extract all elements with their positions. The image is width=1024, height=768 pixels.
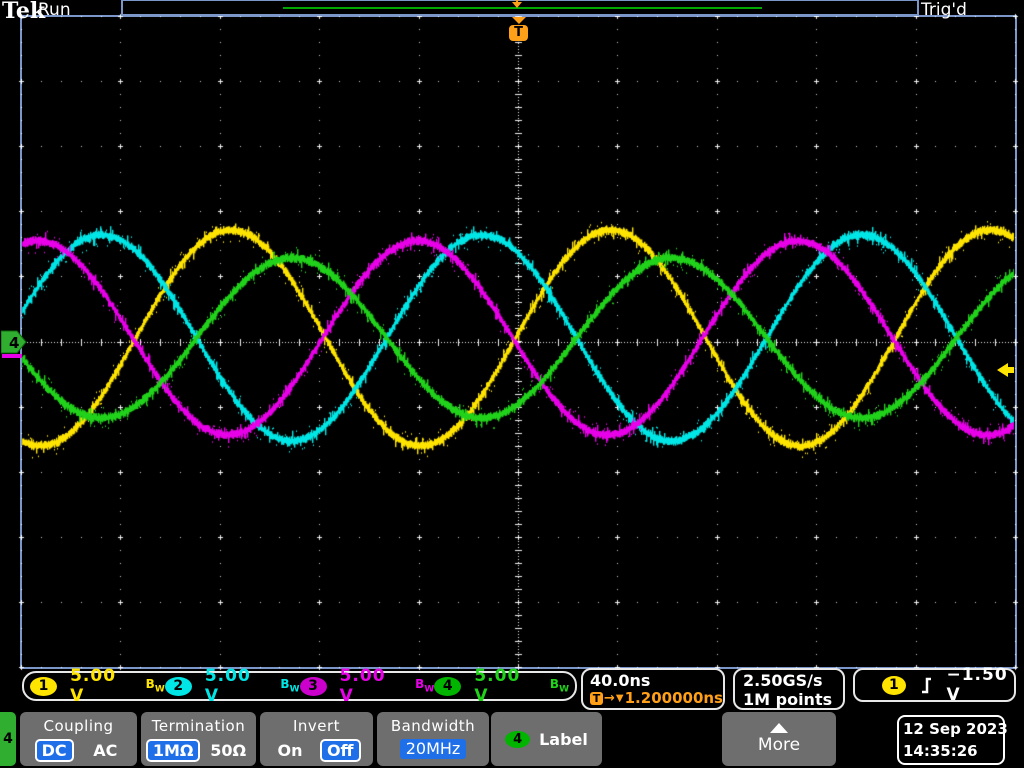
invert-option-off[interactable]: Off bbox=[320, 739, 361, 762]
label-button[interactable]: 4 Label bbox=[491, 712, 602, 766]
trigger-position-readout: T→▼1.200000ns bbox=[590, 690, 723, 707]
label-text: Label bbox=[539, 730, 588, 749]
termination-option-50ohm[interactable]: 50Ω bbox=[205, 741, 251, 760]
oscilloscope-screen: Tek Run T Trig'd T 4 1 5.00 V BW 2 5.00 … bbox=[0, 0, 1024, 768]
bandwidth-button[interactable]: Bandwidth 20MHz bbox=[377, 712, 489, 766]
more-button[interactable]: More bbox=[722, 712, 836, 766]
acquisition-status: Run bbox=[38, 0, 71, 20]
bandwidth-limit-badge: BW bbox=[280, 677, 299, 694]
channel1-scale: 5.00 V bbox=[70, 666, 133, 706]
coupling-option-ac[interactable]: AC bbox=[88, 741, 122, 760]
channel3-badge[interactable]: 3 bbox=[300, 677, 327, 696]
waveform-display[interactable] bbox=[0, 0, 1024, 768]
datetime-display: 12 Sep 2023 14:35:26 bbox=[897, 715, 1005, 765]
coupling-button[interactable]: Coupling DC AC bbox=[20, 712, 137, 766]
delay-marker-icon: ▼ bbox=[616, 690, 624, 707]
label-channel-badge: 4 bbox=[505, 731, 530, 748]
bandwidth-limit-badge: BW bbox=[550, 677, 569, 694]
sample-rate: 2.50GS/s bbox=[743, 671, 843, 690]
bandwidth-limit-badge: BW bbox=[415, 677, 434, 694]
channel4-badge[interactable]: 4 bbox=[434, 677, 461, 696]
trigger-t-badge: T bbox=[590, 692, 603, 705]
coupling-option-dc[interactable]: DC bbox=[35, 739, 74, 762]
channel3-readout[interactable]: 3 5.00 V BW bbox=[300, 666, 435, 706]
ground-marker-number: 4 bbox=[9, 334, 19, 352]
horizontal-scale: 40.0ns bbox=[590, 671, 723, 690]
trigger-readout[interactable]: 1 −1.50 V bbox=[853, 668, 1016, 702]
termination-title: Termination bbox=[141, 712, 256, 735]
termination-option-1mohm[interactable]: 1MΩ bbox=[146, 739, 201, 762]
trigger-position-badge[interactable]: T bbox=[509, 25, 528, 41]
record-trigger-position-icon[interactable]: T bbox=[507, 0, 527, 14]
right-arrow-icon: → bbox=[604, 690, 615, 707]
record-view-bar[interactable]: T bbox=[121, 0, 919, 16]
invert-option-on[interactable]: On bbox=[272, 741, 307, 760]
channel2-scale: 5.00 V bbox=[205, 666, 268, 706]
date-text: 12 Sep 2023 bbox=[903, 718, 1003, 740]
coupling-title: Coupling bbox=[20, 712, 137, 735]
channel3-scale: 5.00 V bbox=[340, 666, 403, 706]
trigger-level-arrow-icon[interactable] bbox=[997, 363, 1015, 378]
channel4-readout[interactable]: 4 5.00 V BW bbox=[434, 666, 569, 706]
acquisition-readout[interactable]: 2.50GS/s 1M points bbox=[733, 668, 845, 710]
invert-button[interactable]: Invert On Off bbox=[260, 712, 373, 766]
record-length: 1M points bbox=[743, 690, 843, 709]
invert-title: Invert bbox=[260, 712, 373, 735]
trigger-position-arrow-icon bbox=[512, 17, 526, 24]
bandwidth-title: Bandwidth bbox=[377, 712, 489, 735]
bandwidth-limit-badge: BW bbox=[146, 677, 165, 694]
trigger-level: −1.50 V bbox=[946, 665, 1014, 705]
channel2-badge[interactable]: 2 bbox=[165, 677, 192, 696]
channel4-menu-tab[interactable]: 4 bbox=[0, 712, 16, 766]
channel1-readout[interactable]: 1 5.00 V BW bbox=[30, 666, 165, 706]
channel-readout-bar: 1 5.00 V BW 2 5.00 V BW 3 5.00 V BW 4 5.… bbox=[22, 671, 577, 701]
channel4-ground-marker[interactable]: 4 bbox=[1, 330, 27, 356]
time-text: 14:35:26 bbox=[903, 740, 1003, 762]
bandwidth-value[interactable]: 20MHz bbox=[400, 739, 467, 759]
channel4-scale: 5.00 V bbox=[474, 666, 537, 706]
more-text: More bbox=[758, 735, 800, 755]
up-arrow-icon bbox=[770, 723, 788, 733]
horizontal-readout[interactable]: 40.0ns T→▼1.200000ns bbox=[581, 668, 725, 710]
trigger-status: Trig'd bbox=[921, 0, 967, 20]
trigger-source-badge: 1 bbox=[882, 676, 906, 695]
rising-edge-icon bbox=[921, 677, 932, 694]
channel2-readout[interactable]: 2 5.00 V BW bbox=[165, 666, 300, 706]
channel1-badge[interactable]: 1 bbox=[30, 677, 57, 696]
termination-button[interactable]: Termination 1MΩ 50Ω bbox=[141, 712, 256, 766]
trigger-position-value: 1.200000ns bbox=[625, 690, 723, 707]
